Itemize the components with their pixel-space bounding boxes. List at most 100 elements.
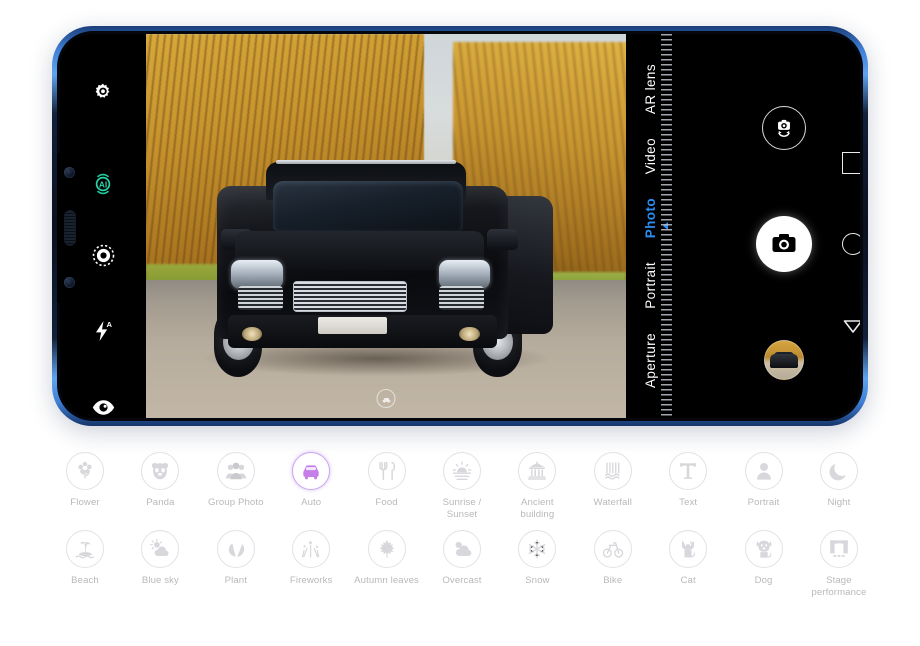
scene-row-2: Beach Blue sky Plant Fireworks Autumn le…	[50, 530, 874, 598]
mode-video[interactable]: Video	[643, 126, 658, 186]
ai-master-button[interactable]: AI	[86, 167, 120, 201]
scene-circle	[442, 452, 481, 490]
scene-circle	[593, 530, 632, 569]
phone-screen: AI A AR lens Video Photo Portrait Apertu…	[60, 34, 860, 418]
scene-item-overcast[interactable]: Overcast	[427, 530, 497, 598]
scene-item-beach[interactable]: Beach	[50, 530, 120, 598]
viewfinder-preview-image	[146, 34, 626, 418]
scene-item-stage-performance[interactable]: Stage performance	[804, 530, 874, 598]
scene-circle	[367, 530, 406, 569]
phone-notch	[57, 153, 83, 303]
autumn-leaves-icon	[379, 540, 395, 558]
settings-gear-icon	[95, 83, 110, 98]
beauty-eye-icon	[92, 399, 114, 415]
scene-circle	[669, 452, 708, 490]
settings-button[interactable]	[86, 76, 120, 110]
scene-item-food[interactable]: Food	[352, 452, 422, 520]
gallery-thumbnail[interactable]	[764, 340, 804, 380]
suv-subject	[204, 134, 553, 377]
shutter-camera-icon	[772, 234, 796, 252]
blue-sky-icon	[150, 539, 169, 557]
filter-icon	[92, 244, 114, 266]
back-triangle-icon[interactable]	[842, 315, 860, 337]
scene-row-1: Flower Panda Group Photo Auto Food Sunri…	[50, 452, 874, 520]
scene-circle	[66, 530, 104, 569]
scene-label: Waterfall	[593, 497, 632, 508]
scene-label: Stage performance	[811, 575, 867, 598]
mode-ar-lens[interactable]: AR lens	[643, 52, 658, 126]
flash-auto-icon: A	[96, 320, 113, 341]
earpiece-speaker	[64, 210, 76, 246]
scene-item-plant[interactable]: Plant	[201, 530, 271, 598]
scene-label: Sunrise / Sunset	[442, 497, 482, 520]
home-circle-icon[interactable]	[842, 233, 860, 255]
camera-flip-icon	[778, 119, 790, 137]
group-photo-icon	[225, 462, 246, 480]
camera-right-controls	[674, 34, 860, 418]
phone-device: AI A AR lens Video Photo Portrait Apertu…	[52, 26, 868, 426]
fireworks-icon	[302, 540, 320, 558]
scene-item-group-photo[interactable]: Group Photo	[201, 452, 271, 520]
scene-item-portrait[interactable]: Portrait	[729, 452, 799, 520]
cat-icon	[682, 540, 696, 558]
scene-recognition-grid: Flower Panda Group Photo Auto Food Sunri…	[50, 452, 874, 608]
zoom-ruler[interactable]	[661, 34, 672, 418]
scene-circle	[669, 530, 708, 569]
svg-text:A: A	[107, 320, 113, 329]
flash-button[interactable]: A	[86, 314, 120, 348]
mode-photo[interactable]: Photo	[643, 186, 658, 250]
phone-body: AI A AR lens Video Photo Portrait Apertu…	[57, 31, 863, 421]
scene-item-sunrise-sunset[interactable]: Sunrise / Sunset	[427, 452, 497, 520]
ai-master-icon: AI	[95, 173, 111, 195]
scene-label: Ancient building	[520, 497, 555, 520]
scene-item-blue-sky[interactable]: Blue sky	[125, 530, 195, 598]
front-camera-icon	[64, 167, 75, 178]
car-badge-icon	[376, 389, 396, 408]
scene-label: Overcast	[442, 575, 482, 587]
beauty-button[interactable]	[86, 390, 120, 418]
switch-camera-button[interactable]	[762, 106, 806, 150]
scene-circle	[819, 452, 858, 490]
scene-circle	[292, 452, 331, 490]
plant-icon	[228, 543, 244, 558]
scene-item-auto[interactable]: Auto	[276, 452, 346, 520]
scene-circle	[744, 530, 783, 569]
camera-mode-selector[interactable]: AR lens Video Photo Portrait Aperture	[626, 34, 674, 418]
camera-viewfinder[interactable]	[146, 34, 626, 418]
scene-label: Text	[679, 497, 698, 508]
food-icon	[378, 462, 395, 480]
scene-item-night[interactable]: Night	[804, 452, 874, 520]
scene-item-text[interactable]: Text	[653, 452, 723, 520]
scene-item-fireworks[interactable]: Fireworks	[276, 530, 346, 598]
screenshot-root: AI A AR lens Video Photo Portrait Apertu…	[0, 0, 920, 646]
flower-icon	[78, 461, 92, 479]
bike-icon	[602, 542, 623, 558]
scene-circle	[216, 452, 255, 490]
filter-button[interactable]	[86, 238, 120, 272]
shutter-button[interactable]	[756, 216, 812, 272]
scene-item-waterfall[interactable]: Waterfall	[578, 452, 648, 520]
mode-portrait[interactable]: Portrait	[643, 250, 658, 321]
scene-item-panda[interactable]: Panda	[125, 452, 195, 520]
text-icon	[680, 463, 697, 479]
scene-label: Auto	[301, 497, 322, 508]
waterfall-icon	[604, 462, 620, 480]
scene-item-snow[interactable]: Snow	[502, 530, 572, 598]
scene-item-autumn-leaves[interactable]: Autumn leaves	[352, 530, 422, 598]
scene-circle	[66, 452, 104, 490]
scene-item-flower[interactable]: Flower	[50, 452, 120, 520]
scene-circle	[518, 530, 557, 569]
scene-circle	[593, 452, 632, 490]
scene-label: Group Photo	[208, 497, 264, 508]
scene-label: Portrait	[747, 497, 780, 508]
scene-item-dog[interactable]: Dog	[729, 530, 799, 598]
scene-item-cat[interactable]: Cat	[653, 530, 723, 598]
ancient-building-icon	[528, 461, 547, 480]
scene-circle	[518, 452, 557, 490]
scene-label: Cat	[680, 575, 696, 587]
stage-performance-icon	[830, 540, 848, 558]
recents-square-icon[interactable]	[842, 152, 860, 174]
mode-aperture[interactable]: Aperture	[643, 321, 658, 400]
scene-item-bike[interactable]: Bike	[578, 530, 648, 598]
scene-item-ancient-building[interactable]: Ancient building	[502, 452, 572, 520]
